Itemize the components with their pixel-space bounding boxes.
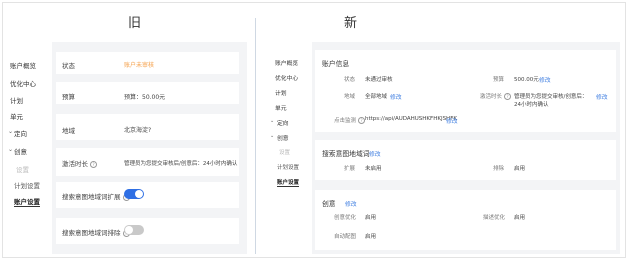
monitor-edit-link[interactable]: 修改 xyxy=(446,116,458,125)
exclude-label: 排除 xyxy=(493,166,505,172)
budget-label: 预算 xyxy=(493,77,505,83)
new-nav-optimize[interactable]: 优化中心 xyxy=(275,73,298,82)
new-nav-targeting[interactable]: 定向 xyxy=(277,118,289,127)
new-nav-settings[interactable]: 设置 xyxy=(279,148,290,156)
old-expand-label: 搜索意图地域词扩展? xyxy=(62,191,130,201)
activation-value-line2: 24小时内确认 xyxy=(514,102,549,108)
new-nav-plan[interactable]: 计划 xyxy=(275,88,287,97)
old-nav-optimize[interactable]: 优化中心 xyxy=(10,78,36,88)
search-intent-section xyxy=(315,140,616,180)
help-icon[interactable]: ? xyxy=(90,160,97,168)
old-nav-creative[interactable]: 创意 xyxy=(14,146,27,156)
status-label: 状态 xyxy=(344,77,356,83)
auto-image-value: 启用 xyxy=(365,234,377,240)
new-title: 新 xyxy=(344,16,359,31)
creative-section xyxy=(315,190,616,250)
old-title: 旧 xyxy=(128,16,143,31)
monitor-label: 点击监测? xyxy=(334,116,366,124)
divider xyxy=(255,18,256,254)
smart-opt-label: 创意优化 xyxy=(334,215,357,221)
new-nav-plan-settings[interactable]: 计划设置 xyxy=(277,163,299,171)
old-nav-overview[interactable]: 账户概览 xyxy=(10,60,36,70)
help-icon[interactable]: ? xyxy=(504,93,512,100)
budget-value: 500.00元 xyxy=(514,77,539,83)
chevron-down-icon[interactable]: ⌄ xyxy=(270,133,274,139)
old-nav-settings[interactable]: 设置 xyxy=(16,164,29,174)
old-activation-label: 激活时长? xyxy=(62,158,97,168)
help-icon[interactable]: ? xyxy=(358,117,366,124)
desc-opt-label: 描述优化 xyxy=(483,215,506,221)
old-exclude-label: 搜索意图地域词排除? xyxy=(62,227,130,237)
region-edit-link[interactable]: 修改 xyxy=(390,92,402,101)
new-nav-creative[interactable]: 创意 xyxy=(277,133,289,142)
search-intent-edit-link[interactable]: 修改 xyxy=(369,149,381,158)
account-info-title: 账户信息 xyxy=(322,60,350,68)
new-nav-account-settings[interactable]: 账户设置 xyxy=(277,178,300,187)
old-nav-targeting[interactable]: 定向 xyxy=(14,128,27,138)
exclude-toggle[interactable] xyxy=(124,225,144,235)
chevron-down-icon[interactable]: ⌄ xyxy=(270,118,274,124)
old-nav-unit[interactable]: 单元 xyxy=(10,111,23,121)
chevron-down-icon[interactable]: ⌄ xyxy=(8,128,13,135)
exclude-value: 启用 xyxy=(514,166,526,172)
old-status-value: 账户未审核 xyxy=(124,62,155,69)
region-label: 地域 xyxy=(344,94,356,100)
old-region-label: 地域 xyxy=(62,127,75,135)
new-nav-overview[interactable]: 账户概览 xyxy=(275,58,298,67)
expand-value: 未启用 xyxy=(365,166,382,172)
activation-edit-link[interactable]: 修改 xyxy=(596,92,608,101)
activation-value-line1: 管理员为您提交审核/创意后： xyxy=(514,94,588,100)
smart-opt-value: 启用 xyxy=(365,215,377,221)
old-budget-label: 预算 xyxy=(62,93,75,101)
old-nav-account-settings[interactable]: 账户设置 xyxy=(14,196,40,207)
old-budget-value[interactable]: 预算：50.00元 xyxy=(124,92,165,101)
monitor-value: https://api/AUDAHUSHKFHKJSHFK xyxy=(365,116,457,122)
search-intent-title: 搜索意图地域词 xyxy=(322,150,370,158)
auto-image-label: 自动配图 xyxy=(334,234,357,240)
desc-opt-value: 启用 xyxy=(514,215,526,221)
expand-label: 扩展 xyxy=(344,166,356,172)
new-nav-unit[interactable]: 单元 xyxy=(275,103,287,112)
creative-edit-link[interactable]: 修改 xyxy=(345,199,357,208)
old-nav-plan[interactable]: 计划 xyxy=(10,95,23,105)
creative-title: 创意 xyxy=(322,200,336,208)
region-value: 全部地域 xyxy=(365,94,388,100)
expand-toggle[interactable] xyxy=(124,189,144,199)
old-nav-plan-settings[interactable]: 计划设置 xyxy=(14,180,40,190)
activation-label: 激活时长? xyxy=(480,92,512,100)
budget-edit-link[interactable]: 修改 xyxy=(539,75,551,84)
chevron-down-icon[interactable]: ⌄ xyxy=(8,146,13,153)
old-activation-value: 管理员为您提交审核后/创意后：24小时内确认 xyxy=(124,161,238,167)
status-value: 未通过审核 xyxy=(365,77,393,83)
old-status-label: 状态 xyxy=(62,62,75,70)
old-region-value[interactable]: 北京海淀? xyxy=(124,125,151,134)
